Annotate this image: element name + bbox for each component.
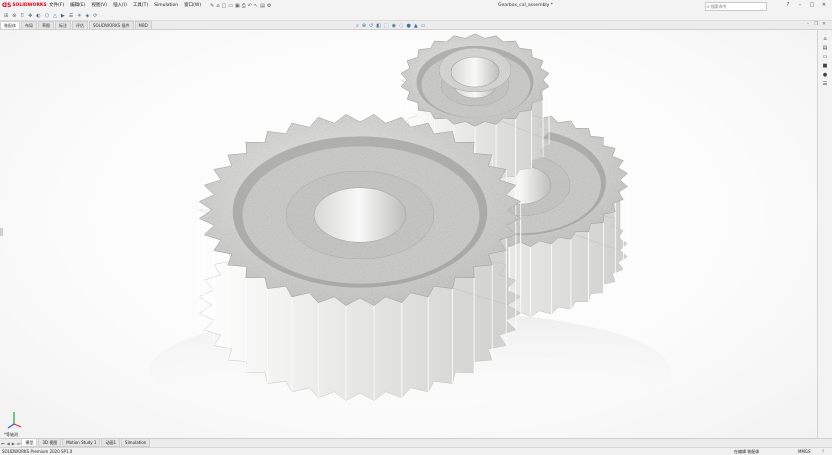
- tab-simulation[interactable]: Simulation: [121, 439, 151, 447]
- move-component-icon[interactable]: ✥: [28, 13, 32, 19]
- mate-icon[interactable]: ⊗: [12, 13, 16, 19]
- custom-properties-icon[interactable]: ☰: [821, 81, 829, 88]
- menu-bar: 文件(F) 编辑(E) 视图(V) 插入(I) 工具(T) Simulation…: [46, 0, 204, 11]
- menu-file[interactable]: 文件(F): [46, 0, 67, 11]
- hide-show-icon[interactable]: ◌: [399, 23, 403, 29]
- tab-addins[interactable]: SOLIDWORKS 插件: [89, 21, 134, 29]
- scenes-icon[interactable]: ▲: [414, 23, 418, 29]
- design-library-icon[interactable]: ▤: [821, 45, 829, 52]
- tab-mbd[interactable]: MBD: [134, 21, 152, 29]
- home-icon[interactable]: ⌂: [216, 3, 219, 9]
- tab-evaluate[interactable]: 评估: [72, 21, 88, 29]
- view-palette-icon[interactable]: ■: [821, 63, 829, 70]
- view-orientation-icon[interactable]: ⬚: [384, 23, 389, 29]
- window-controls: ? – □ ✕: [782, 0, 830, 11]
- tab-motion-study[interactable]: Motion Study 1: [62, 439, 101, 447]
- insert-component-icon[interactable]: ⊞: [4, 13, 8, 19]
- reference-geometry-icon[interactable]: △: [53, 13, 57, 19]
- instant3d-icon[interactable]: ◈: [85, 13, 89, 19]
- graphics-area[interactable]: [0, 30, 818, 438]
- command-toolbar: ⊞ ⊗ ⠿ ✥ ◐ ⬡ △ ▶ ☰ ✳ ◈ ⟳: [0, 11, 832, 21]
- ds-logo-icon: ᗡS: [2, 2, 12, 9]
- menu-insert[interactable]: 插入(I): [110, 0, 130, 11]
- rebuild-icon[interactable]: ▤: [260, 3, 265, 9]
- menu-simulation[interactable]: Simulation: [151, 0, 181, 11]
- tab-animation[interactable]: 动画1: [101, 439, 121, 447]
- menu-window[interactable]: 窗口(W): [181, 0, 204, 11]
- solidworks-logo[interactable]: ᗡS SOLIDWORKS: [2, 2, 47, 9]
- quick-access-toolbar: ✎ ⌂ □ ▭ ▣ ⎙ ↶ ↖ ▤ ⚙: [210, 3, 273, 9]
- save-icon[interactable]: ▣: [235, 3, 240, 9]
- zoom-to-fit-icon[interactable]: ⌕: [356, 23, 359, 29]
- menu-tools[interactable]: 工具(T): [130, 0, 151, 11]
- search-icon: ⌕: [707, 3, 710, 10]
- exploded-view-icon[interactable]: ✳: [77, 13, 81, 19]
- doc-minimize-icon[interactable]: –: [804, 22, 812, 27]
- tab-model[interactable]: 模型: [21, 439, 38, 447]
- task-pane: ⌂ ▤ ▭ ■ ● ☰: [817, 30, 832, 444]
- undo-icon[interactable]: ↶: [248, 3, 252, 9]
- pin-icon[interactable]: ✎: [210, 3, 214, 9]
- search-input[interactable]: [710, 4, 751, 9]
- open-icon[interactable]: ▭: [228, 3, 233, 9]
- previous-view-icon[interactable]: ↺: [369, 23, 373, 29]
- last-tab-icon[interactable]: ⏭: [17, 441, 21, 446]
- file-explorer-icon[interactable]: ▭: [821, 54, 829, 61]
- edit-appearance-icon[interactable]: ●: [406, 23, 410, 29]
- coordinate-triad-icon: [7, 412, 22, 429]
- view-settings-icon[interactable]: ▭: [421, 23, 426, 29]
- heads-up-view-toolbar: ⌕ ⊕ ↺ ◧ ⬚ ◉ ◌ ● ▲ ▭: [356, 23, 428, 29]
- help-icon[interactable]: ?: [782, 0, 794, 11]
- menu-edit[interactable]: 编辑(E): [67, 0, 88, 11]
- feature-manager-handle[interactable]: [0, 228, 3, 236]
- show-hidden-icon[interactable]: ◐: [36, 13, 40, 19]
- update-icon[interactable]: ⟳: [93, 13, 97, 19]
- tab-sketch[interactable]: 草图: [38, 21, 54, 29]
- new-icon[interactable]: □: [222, 3, 227, 9]
- front-gear-bore: [313, 187, 407, 243]
- document-window-controls: – ❐ ✕: [804, 22, 828, 27]
- first-tab-icon[interactable]: ⏮: [1, 441, 5, 446]
- display-style-icon[interactable]: ◉: [392, 23, 396, 29]
- options-icon[interactable]: ⚙: [267, 3, 271, 9]
- maximize-icon[interactable]: □: [806, 0, 818, 11]
- pattern-icon[interactable]: ⠿: [20, 13, 24, 19]
- new-motion-study-icon[interactable]: ▶: [61, 13, 65, 19]
- assembly-features-icon[interactable]: ⬡: [45, 13, 49, 19]
- select-icon[interactable]: ↖: [254, 3, 258, 9]
- tab-markup[interactable]: 标注: [55, 21, 71, 29]
- solidworks-resources-icon[interactable]: ⌂: [821, 36, 829, 43]
- document-title: Gearbox_cal_assembly *: [498, 3, 554, 8]
- tab-assembly[interactable]: 装配体: [0, 21, 20, 29]
- zoom-area-icon[interactable]: ⊕: [362, 23, 366, 29]
- tab-3d-views[interactable]: 3D 视图: [38, 439, 62, 447]
- doc-restore-icon[interactable]: ❐: [812, 22, 820, 27]
- menu-view[interactable]: 视图(V): [88, 0, 110, 11]
- close-icon[interactable]: ✕: [818, 0, 830, 11]
- bill-of-materials-icon[interactable]: ☰: [69, 13, 73, 19]
- appearances-icon[interactable]: ●: [821, 72, 829, 79]
- bottom-tab-bar: ⏮ ◀ ▶ ⏭ 模型 3D 视图 Motion Study 1 动画1 Simu…: [0, 438, 832, 447]
- doc-close-icon[interactable]: ✕: [820, 22, 828, 27]
- tab-layout[interactable]: 布局: [21, 21, 37, 29]
- gear-assembly-model[interactable]: [0, 30, 818, 438]
- print-icon[interactable]: ⎙: [242, 3, 246, 9]
- minimize-icon[interactable]: –: [794, 0, 806, 11]
- top-gear-boss-bore: [450, 56, 500, 88]
- next-tab-icon[interactable]: ▶: [12, 441, 15, 446]
- section-view-icon[interactable]: ◧: [376, 23, 381, 29]
- prev-tab-icon[interactable]: ◀: [7, 441, 10, 446]
- brand-name: SOLIDWORKS: [12, 3, 47, 8]
- search-box[interactable]: ⌕: [705, 2, 767, 11]
